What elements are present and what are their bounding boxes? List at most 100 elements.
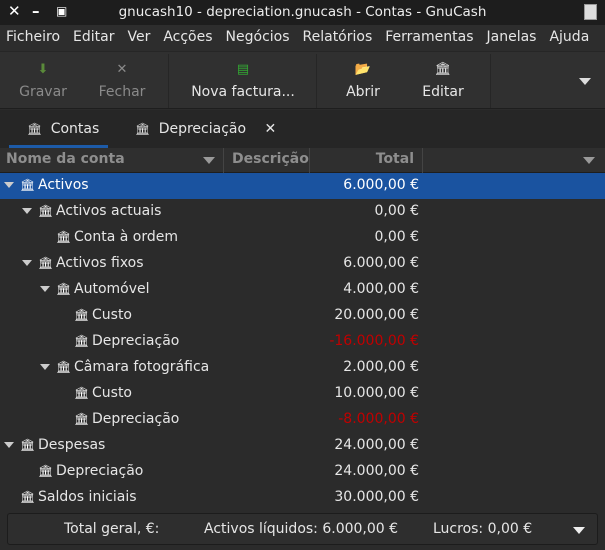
account-row[interactable]: 🏛 Automóvel 4.000,00 € — [0, 277, 605, 303]
account-total: 2.000,00 € — [343, 359, 419, 375]
account-total: 6.000,00 € — [343, 255, 419, 271]
account-icon: 🏛 — [38, 204, 54, 218]
account-name: Custo — [92, 307, 132, 323]
account-total: 24.000,00 € — [334, 463, 419, 479]
account-name: Saldos iniciais — [38, 489, 137, 505]
account-name: Depreciação — [56, 463, 144, 479]
separator — [316, 54, 317, 108]
new-invoice-icon: ▤ — [236, 62, 250, 77]
account-row[interactable]: 🏛 Depreciação -16.000,00 € — [0, 329, 605, 355]
account-total: -8.000,00 € — [338, 411, 419, 427]
account-icon: 🏛 — [38, 256, 54, 270]
account-row[interactable]: 🏛 Despesas 24.000,00 € — [0, 433, 605, 459]
menu-bar: Ficheiro Editar Ver Acções Negócios Rela… — [0, 25, 605, 51]
account-name: Activos — [38, 177, 89, 193]
account-row[interactable]: 🏛 Câmara fotográfica 2.000,00 € — [0, 355, 605, 381]
account-name: Activos fixos — [56, 255, 144, 271]
account-total: 0,00 € — [374, 229, 419, 245]
account-row[interactable]: 🏛 Activos 6.000,00 € — [0, 173, 605, 199]
account-name: Activos actuais — [56, 203, 162, 219]
open-button[interactable]: 📂 Abrir — [336, 52, 390, 110]
account-tree: 🏛 Activos 6.000,00 € 🏛 Activos actuais 0,00 €… — [0, 173, 605, 511]
expander-icon[interactable] — [40, 286, 50, 292]
net-assets: Activos líquidos: 6.000,00 € — [204, 521, 399, 537]
save-button[interactable]: ⬇ Gravar — [14, 52, 72, 110]
account-name: Custo — [92, 385, 132, 401]
account-row[interactable]: 🏛 Activos fixos 6.000,00 € — [0, 251, 605, 277]
account-row[interactable]: 🏛 Custo 10.000,00 € — [0, 381, 605, 407]
account-icon: 🏛 — [38, 464, 54, 478]
account-total: 30.000,00 € — [334, 489, 419, 505]
title-bar: ✕ – ▣ gnucash10 - depreciation.gnucash -… — [0, 0, 605, 25]
menu-ajuda[interactable]: Ajuda — [549, 25, 589, 51]
account-icon: 🏛 — [74, 308, 90, 322]
account-icon: 🏛 — [135, 122, 151, 136]
column-name[interactable]: Nome da conta — [0, 148, 224, 173]
account-total: 24.000,00 € — [334, 437, 419, 453]
column-description[interactable]: Descrição — [224, 148, 310, 173]
tab-contas[interactable]: 🏛 Contas — [9, 110, 108, 148]
account-icon: 🏛 — [74, 386, 90, 400]
open-folder-icon: 📂 — [354, 62, 372, 77]
separator — [168, 54, 169, 108]
account-row[interactable]: 🏛 Conta à ordem 0,00 € — [0, 225, 605, 251]
menu-accoes[interactable]: Acções — [163, 25, 212, 51]
account-icon: 🏛 — [56, 282, 72, 296]
menu-relatorios[interactable]: Relatórios — [303, 25, 373, 51]
close-icon: ✕ — [116, 62, 128, 77]
gnucash-app-icon — [584, 4, 597, 20]
expander-icon[interactable] — [4, 442, 14, 448]
expander-icon[interactable] — [40, 364, 50, 370]
account-name: Automóvel — [74, 281, 150, 297]
expander-icon[interactable] — [22, 260, 32, 266]
summary-bar: Total geral, €: Activos líquidos: 6.000,… — [7, 513, 598, 545]
save-icon: ⬇ — [37, 62, 49, 77]
account-icon: 🏛 — [56, 360, 72, 374]
account-row[interactable]: 🏛 Depreciação -8.000,00 € — [0, 407, 605, 433]
summary-dropdown-icon[interactable] — [573, 527, 585, 534]
separator — [490, 54, 491, 108]
new-invoice-button[interactable]: ▤ Nova factura... — [188, 52, 298, 110]
tab-bar: 🏛 Contas 🏛 Depreciação ✕ — [0, 110, 605, 148]
account-name: Depreciação — [92, 333, 180, 349]
toolbar-overflow-icon[interactable] — [579, 78, 591, 85]
account-total: 20.000,00 € — [334, 307, 419, 323]
menu-ver[interactable]: Ver — [127, 25, 150, 51]
menu-ficheiro[interactable]: Ficheiro — [6, 25, 60, 51]
close-button[interactable]: ✕ Fechar — [93, 52, 151, 110]
account-name: Depreciação — [92, 411, 180, 427]
account-total: 0,00 € — [374, 203, 419, 219]
account-row[interactable]: 🏛 Depreciação 24.000,00 € — [0, 459, 605, 485]
account-icon: 🏛 — [20, 490, 36, 504]
column-total[interactable]: Total — [310, 148, 423, 173]
menu-ferramentas[interactable]: Ferramentas — [385, 25, 473, 51]
column-selector-icon[interactable] — [583, 157, 595, 164]
account-icon: 🏛 — [74, 412, 90, 426]
grand-total-label: Total geral, €: — [64, 521, 160, 537]
window-title: gnucash10 - depreciation.gnucash - Conta… — [118, 4, 487, 20]
account-total: 4.000,00 € — [343, 281, 419, 297]
account-row[interactable]: 🏛 Saldos iniciais 30.000,00 € — [0, 485, 605, 511]
menu-janelas[interactable]: Janelas — [487, 25, 537, 51]
expander-icon[interactable] — [4, 182, 14, 188]
account-icon: 🏛 — [20, 178, 36, 192]
account-total: 6.000,00 € — [343, 177, 419, 193]
tab-depreciacao[interactable]: 🏛 Depreciação ✕ — [135, 110, 285, 148]
sort-dropdown-icon[interactable] — [203, 157, 215, 164]
account-name: Conta à ordem — [74, 229, 178, 245]
profit: Lucros: 0,00 € — [433, 521, 533, 537]
account-name: Despesas — [38, 437, 106, 453]
account-row[interactable]: 🏛 Activos actuais 0,00 € — [0, 199, 605, 225]
toolbar: ⬇ Gravar ✕ Fechar ▤ Nova factura... 📂 Ab… — [0, 51, 605, 109]
account-icon: 🏛 — [56, 230, 72, 244]
account-total: -16.000,00 € — [329, 333, 419, 349]
menu-negocios[interactable]: Negócios — [226, 25, 290, 51]
expander-icon[interactable] — [22, 208, 32, 214]
account-icon: 🏛 — [74, 334, 90, 348]
column-header: Nome da conta Descrição Total — [0, 148, 605, 173]
menu-editar[interactable]: Editar — [73, 25, 114, 51]
account-total: 10.000,00 € — [334, 385, 419, 401]
close-tab-icon[interactable]: ✕ — [265, 121, 277, 137]
account-row[interactable]: 🏛 Custo 20.000,00 € — [0, 303, 605, 329]
account-name: Câmara fotográfica — [74, 359, 210, 375]
